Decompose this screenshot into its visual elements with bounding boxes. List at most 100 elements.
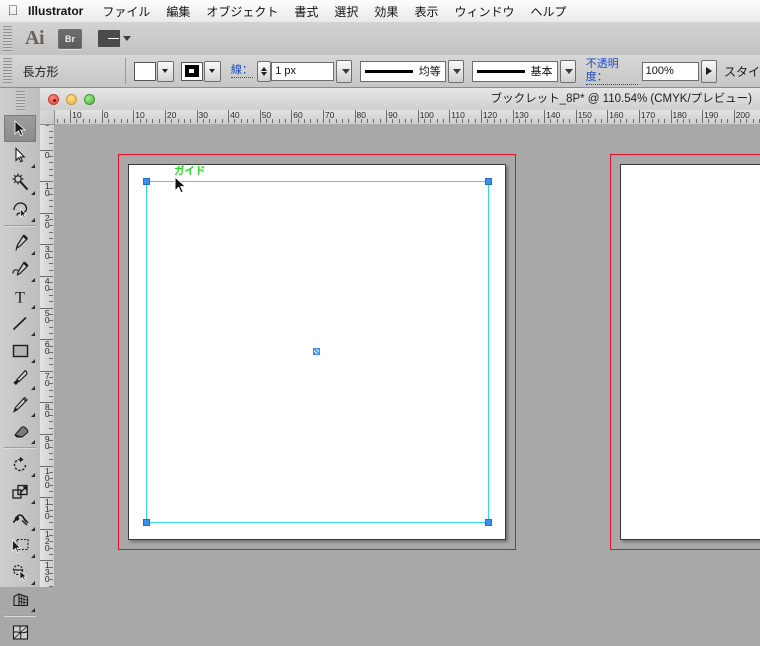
line-segment-tool[interactable] [4,310,36,337]
ruler-minor-tick [266,119,268,123]
free-transform-tool[interactable] [4,532,36,559]
opacity-dropdown-button[interactable] [700,59,717,83]
shape-builder-tool[interactable] [4,559,36,586]
pen-tool[interactable] [4,229,36,256]
anchor-point-bottom-left[interactable] [143,519,150,526]
ruler-minor-tick [114,119,116,123]
rotate-tool[interactable] [4,451,36,478]
ruler-minor-tick [367,119,369,123]
ruler-minor-tick [49,257,53,259]
perspective-grid-tool[interactable] [4,586,36,613]
ruler-minor-tick [284,119,286,123]
menu-item-select[interactable]: 選択 [326,3,366,20]
ruler-minor-tick [49,326,53,328]
add-anchor-point-tool[interactable] [4,256,36,283]
ruler-minor-tick [411,119,413,123]
stroke-weight-input[interactable]: 1 px [271,61,334,81]
tool-flyout-indicator-icon [27,251,35,255]
arrange-documents-button[interactable] [98,30,131,47]
ruler-minor-tick [49,427,53,429]
menu-item-edit[interactable]: 編集 [158,3,198,20]
tools-divider [4,447,36,449]
anchor-point-bottom-right[interactable] [485,519,492,526]
mouse-cursor-icon [174,175,188,200]
width-profile-dropdown-button[interactable] [447,59,464,83]
guide-left[interactable] [146,181,147,523]
center-point-marker[interactable] [313,348,320,355]
bridge-button[interactable]: Br [58,28,82,49]
selected-object-type: 長方形 [22,64,59,79]
canvas-area[interactable]: ガイド [54,124,760,587]
menu-item-file[interactable]: ファイル [94,3,158,20]
tools-panel-grip[interactable] [15,91,25,111]
ruler-minor-tick [474,119,476,123]
ruler-minor-tick [405,119,407,123]
menu-item-illustrator[interactable]: Illustrator [26,4,94,18]
type-tool[interactable]: T [4,283,36,310]
menu-item-type[interactable]: 書式 [286,3,326,20]
ruler-minor-tick [49,452,53,454]
fill-control[interactable] [133,60,174,82]
guide-right[interactable] [488,181,489,523]
ruler-minor-tick [303,119,305,123]
pencil-tool[interactable] [4,391,36,418]
paintbrush-tool[interactable] [4,364,36,391]
menu-bar:  Illustrator ファイル 編集 オブジェクト 書式 選択 効果 表示… [0,0,760,23]
stroke-control[interactable] [180,60,221,82]
rectangle-tool[interactable] [4,337,36,364]
width-profile-combo[interactable]: 均等 [360,60,446,82]
ruler-origin-box[interactable] [40,110,55,125]
menu-item-help[interactable]: ヘルプ [522,3,574,20]
ruler-label: 180 [672,110,687,120]
guide-bottom[interactable] [146,522,488,523]
ruler-minor-tick [600,119,602,123]
artboard-2-page[interactable] [620,164,760,540]
lasso-tool[interactable] [4,196,36,223]
width-tool[interactable] [4,505,36,532]
ruler-label: 80 [44,402,50,420]
ruler-minor-tick [49,421,53,423]
document-title-bar[interactable]: ブックレット_8P* @ 110.54% (CMYK/プレビュー) [40,88,760,111]
menu-item-window[interactable]: ウィンドウ [446,3,522,20]
minimize-button[interactable] [66,93,77,105]
ruler-minor-tick [49,415,53,417]
opacity-input[interactable]: 100% [641,61,699,81]
control-bar-grip[interactable] [3,58,12,84]
graphic-style-label[interactable]: スタイ [724,63,760,80]
tool-flyout-indicator-icon [27,554,35,558]
ruler-minor-tick [49,364,53,366]
fill-swatch[interactable] [133,61,156,81]
stroke-weight-dropdown-button[interactable] [336,59,353,83]
stroke-dropdown-button[interactable] [203,60,221,82]
anchor-point-top-right[interactable] [485,178,492,185]
direct-selection-tool[interactable] [4,142,36,169]
menu-item-view[interactable]: 表示 [406,3,446,20]
brush-definition-combo[interactable]: 基本 [471,60,558,82]
scale-tool[interactable] [4,478,36,505]
selection-tool[interactable] [4,115,36,142]
apple-logo-icon[interactable]:  [0,3,26,19]
svg-text:T: T [15,290,25,306]
ruler-minor-tick [746,119,748,123]
horizontal-ruler[interactable]: 2010010203040506070809010011012013014015… [40,110,760,125]
brush-definition-dropdown-button[interactable] [559,59,576,83]
menu-item-object[interactable]: オブジェクト [198,3,286,20]
stroke-weight-label[interactable]: 線： [230,64,253,78]
anchor-point-top-left[interactable] [143,178,150,185]
eraser-tool[interactable] [4,418,36,445]
ruler-minor-tick [49,263,53,265]
zoom-button[interactable] [84,93,95,105]
guide-top[interactable] [146,181,488,182]
mesh-tool[interactable] [4,619,36,646]
toolbar-grip[interactable] [3,25,12,52]
menu-item-effect[interactable]: 効果 [366,3,406,20]
stroke-swatch[interactable] [180,61,203,81]
stroke-weight-stepper[interactable] [256,60,272,82]
close-button[interactable] [48,93,59,105]
vertical-ruler[interactable]: 00102030405060708090100110120130 [40,124,55,587]
ruler-minor-tick [49,231,53,233]
fill-dropdown-button[interactable] [156,60,174,82]
magic-wand-tool[interactable] [4,169,36,196]
opacity-label[interactable]: 不透明度： [585,58,638,85]
ruler-minor-tick [247,119,249,123]
